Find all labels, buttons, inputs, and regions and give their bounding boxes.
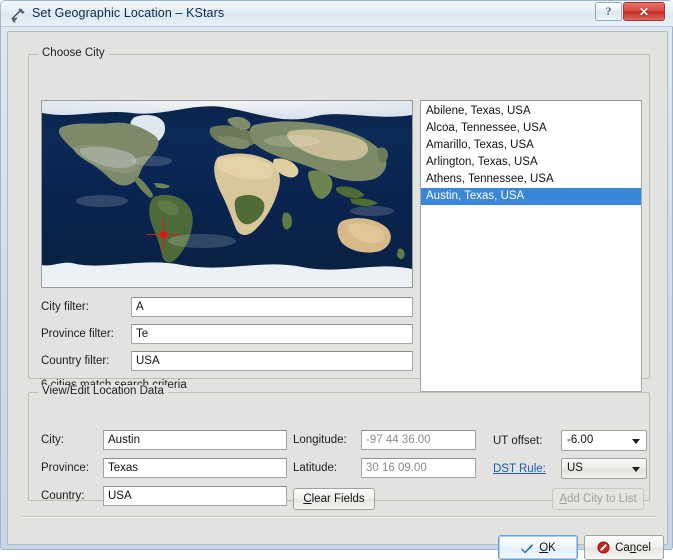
city-list[interactable]: Abilene, Texas, USA Alcoa, Tennessee, USA… bbox=[420, 100, 642, 392]
ok-accel: O bbox=[539, 541, 549, 554]
dialog-window: Set Geographic Location – KStars ? ✕ Cho… bbox=[0, 0, 673, 560]
city-input[interactable]: Austin bbox=[103, 430, 287, 450]
world-map-image bbox=[42, 101, 412, 287]
city-list-item[interactable]: Athens, Tennessee, USA bbox=[421, 171, 641, 188]
city-list-item[interactable]: Austin, Texas, USA bbox=[421, 188, 641, 205]
chevron-down-icon bbox=[632, 466, 640, 472]
dialog-client-area: Choose City City filter: A Province filt… bbox=[7, 31, 668, 560]
chevron-down-icon bbox=[632, 438, 640, 444]
dst-rule-combobox[interactable]: US bbox=[561, 458, 647, 479]
latitude-row: Latitude: 30 16 09.00 bbox=[293, 458, 476, 478]
city-filter-label: City filter: bbox=[41, 301, 89, 313]
title-bar[interactable]: Set Geographic Location – KStars ? ✕ bbox=[1, 1, 673, 27]
province-filter-label: Province filter: bbox=[41, 328, 114, 340]
close-icon[interactable]: ✕ bbox=[623, 2, 665, 21]
province-filter-input[interactable]: Te bbox=[131, 324, 413, 344]
help-button[interactable]: ? bbox=[595, 2, 622, 21]
city-row: City: Austin bbox=[41, 430, 287, 450]
footer-separator bbox=[22, 516, 656, 518]
choose-city-group-label: Choose City bbox=[38, 47, 109, 59]
province-filter-row: Province filter: Te bbox=[41, 324, 413, 344]
ut-offset-label: UT offset: bbox=[493, 434, 543, 447]
longitude-row: Longitude: -97 44 36.00 bbox=[293, 430, 476, 450]
checkmark-icon bbox=[520, 542, 534, 554]
world-map[interactable] bbox=[41, 100, 413, 288]
ut-offset-value: -6.00 bbox=[567, 434, 594, 446]
city-list-item[interactable]: Alcoa, Tennessee, USA bbox=[421, 120, 641, 137]
province-label: Province: bbox=[41, 462, 89, 474]
city-filter-input[interactable]: A bbox=[131, 297, 413, 317]
longitude-input[interactable]: -97 44 36.00 bbox=[361, 430, 476, 450]
city-label: City: bbox=[41, 434, 64, 446]
clear-fields-accel: C bbox=[303, 493, 312, 505]
add-city-label: dd City to List bbox=[567, 493, 637, 505]
country-filter-label: Country filter: bbox=[41, 355, 110, 367]
city-list-item[interactable]: Abilene, Texas, USA bbox=[421, 103, 641, 120]
cancel-pre: Ca bbox=[615, 541, 630, 554]
city-list-item[interactable]: Arlington, Texas, USA bbox=[421, 154, 641, 171]
add-city-accel: A bbox=[559, 493, 567, 505]
dst-rule-value: US bbox=[567, 462, 583, 474]
country-filter-row: Country filter: USA bbox=[41, 351, 413, 371]
latitude-input[interactable]: 30 16 09.00 bbox=[361, 458, 476, 478]
ok-label: K bbox=[548, 541, 556, 554]
country-label: Country: bbox=[41, 490, 85, 502]
city-filter-row: City filter: A bbox=[41, 297, 413, 317]
city-list-item[interactable]: Amarillo, Texas, USA bbox=[421, 137, 641, 154]
add-city-to-list-button[interactable]: Add City to List bbox=[552, 488, 644, 510]
ut-offset-row: UT offset: -6.00 bbox=[493, 430, 647, 451]
ut-offset-combobox[interactable]: -6.00 bbox=[561, 430, 647, 451]
country-filter-input[interactable]: USA bbox=[131, 351, 413, 371]
province-input[interactable]: Texas bbox=[103, 458, 287, 478]
telescope-icon bbox=[10, 6, 27, 23]
province-row: Province: Texas bbox=[41, 458, 287, 478]
cancel-button[interactable]: Ca n cel bbox=[584, 535, 664, 560]
cancel-label: cel bbox=[636, 541, 651, 554]
longitude-label: Longitude: bbox=[293, 434, 347, 446]
window-title: Set Geographic Location – KStars bbox=[32, 6, 225, 20]
country-input[interactable]: USA bbox=[103, 486, 287, 506]
location-data-group-label: View/Edit Location Data bbox=[38, 385, 168, 397]
latitude-label: Latitude: bbox=[293, 462, 338, 474]
ok-button[interactable]: OK bbox=[498, 535, 578, 560]
country-row: Country: USA bbox=[41, 486, 287, 506]
cancel-circle-icon bbox=[597, 541, 610, 554]
clear-fields-label: lear Fields bbox=[311, 493, 365, 505]
dst-rule-link[interactable]: DST Rule: bbox=[493, 463, 561, 475]
clear-fields-button[interactable]: Clear Fields bbox=[293, 488, 375, 510]
dst-rule-row: DST Rule: US bbox=[493, 458, 647, 479]
